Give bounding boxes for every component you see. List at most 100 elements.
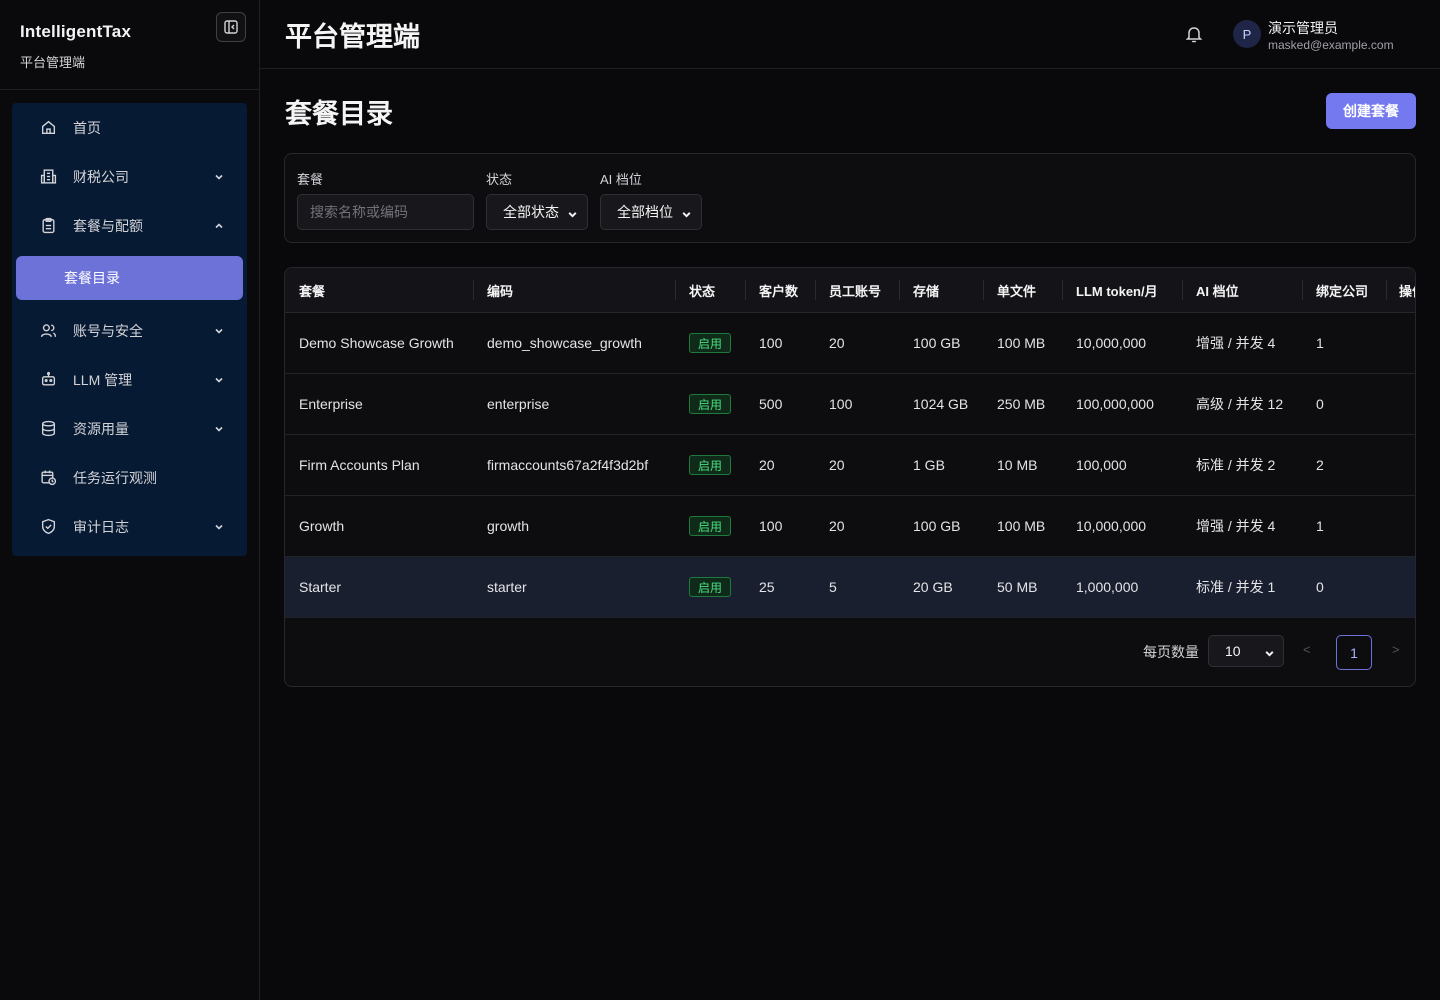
status-cell: 启用 (689, 374, 732, 434)
cell-plan-name: Starter (299, 579, 342, 595)
tier-select[interactable]: 全部档位 (600, 194, 702, 230)
plan-table: 套餐 编码 状态 客户数 员工账号 存储 单文件 LLM token/月 AI … (284, 267, 1416, 687)
cell-ai-tier: 增强 / 并发 4 (1196, 518, 1276, 534)
column-header-clients: 客户数 (759, 284, 799, 299)
cell-plan-code: demo_showcase_growth (487, 335, 642, 351)
page-title: 套餐目录 (285, 99, 393, 129)
table-row[interactable]: Growth growth 启用 100 20 100 GB 100 MB 10,000,00… (285, 496, 1415, 557)
cell-storage: 20 GB (913, 579, 953, 595)
cell-plan-name: Enterprise (299, 396, 363, 412)
sidebar-item-plan-catalog[interactable]: 套餐目录 (16, 256, 243, 300)
previous-page-button[interactable]: < (1303, 642, 1311, 657)
status-filter-label: 状态 (486, 172, 513, 187)
sidebar-item-label: 账号与安全 (73, 322, 143, 339)
cell-clients: 100 (759, 335, 783, 351)
cell-storage: 100 GB (913, 335, 961, 351)
sidebar-item-label: 首页 (73, 119, 101, 136)
building-icon (40, 168, 57, 185)
avatar[interactable]: P (1233, 20, 1261, 48)
table-row[interactable]: Demo Showcase Growth demo_showcase_growth… (285, 313, 1415, 374)
sidebar-item-label: 任务运行观测 (73, 469, 157, 486)
status-select-value: 全部状态 (503, 204, 559, 220)
cell-plan-name: Demo Showcase Growth (299, 335, 454, 351)
plan-search-input[interactable] (297, 194, 474, 230)
chevron-up-icon (213, 220, 225, 232)
cell-plan-code: enterprise (487, 396, 550, 412)
app-title: 平台管理端 (285, 22, 420, 52)
column-header-staff: 员工账号 (829, 284, 882, 299)
per-page-value: 10 (1225, 643, 1241, 659)
status-cell: 启用 (689, 435, 732, 495)
sidebar-item-home[interactable]: 首页 (12, 103, 247, 152)
collapse-sidebar-button[interactable] (216, 12, 246, 42)
cell-bound-firms: 0 (1316, 396, 1324, 412)
pagination: 每页数量 10 < 1 > (285, 618, 1415, 686)
cell-single-file: 50 MB (997, 579, 1038, 595)
cell-ai-tier: 高级 / 并发 12 (1196, 396, 1284, 412)
sidebar-item-label: 财税公司 (73, 168, 129, 185)
chevron-down-icon (213, 374, 225, 386)
cell-clients: 20 (759, 457, 775, 473)
column-header-status: 状态 (689, 284, 716, 299)
user-name: 演示管理员 (1268, 20, 1338, 36)
column-header-file-size: 单文件 (997, 284, 1037, 299)
bell-icon[interactable] (1184, 24, 1204, 44)
cell-llm-tokens: 1,000,000 (1076, 579, 1139, 595)
cell-storage: 100 GB (913, 518, 961, 534)
sidebar-item-resource-usage[interactable]: 资源用量 (12, 404, 247, 453)
sidebar-item-label: 套餐与配额 (73, 217, 143, 234)
table-row[interactable]: Starter starter 启用 25 5 20 GB 50 MB 1,000,000 标准… (285, 557, 1415, 618)
sidebar-item-plans-quota[interactable]: 套餐与配额 (12, 201, 247, 250)
column-header-plan: 套餐 (299, 284, 326, 299)
brand: IntelligentTax 平台管理端 (0, 0, 259, 90)
chevron-down-icon (1264, 646, 1275, 662)
chevron-down-icon (567, 207, 578, 223)
cell-storage: 1 GB (913, 457, 945, 473)
page-1-button[interactable]: 1 (1336, 635, 1372, 670)
sidebar-item-firms[interactable]: 财税公司 (12, 152, 247, 201)
robot-icon (40, 371, 57, 388)
sidebar-item-task-observation[interactable]: 任务运行观测 (12, 453, 247, 502)
table-row[interactable]: Enterprise enterprise 启用 500 100 1024 GB 250 M… (285, 374, 1415, 435)
cell-clients: 25 (759, 579, 775, 595)
column-header-code: 编码 (487, 284, 514, 299)
column-header-llm-tokens: LLM token/月 (1076, 284, 1158, 299)
chevron-down-icon (213, 171, 225, 183)
tier-filter-label: AI 档位 (600, 172, 642, 187)
brand-name: IntelligentTax (20, 22, 132, 41)
sidebar-item-label: 审计日志 (73, 518, 129, 535)
brand-subtitle: 平台管理端 (20, 55, 86, 70)
home-icon (40, 119, 57, 136)
cell-llm-tokens: 100,000 (1076, 457, 1127, 473)
status-cell: 启用 (689, 313, 732, 373)
status-badge: 启用 (689, 333, 732, 353)
status-badge: 启用 (689, 455, 732, 475)
filter-panel: 套餐 状态 全部状态 AI 档位 全部档位 (284, 153, 1416, 243)
clipboard-icon (40, 217, 57, 234)
per-page-select[interactable]: 10 (1208, 635, 1284, 667)
status-cell: 启用 (689, 496, 732, 556)
sidebar-item-llm[interactable]: LLM 管理 (12, 355, 247, 404)
create-plan-button[interactable]: 创建套餐 (1326, 93, 1416, 129)
cell-bound-firms: 1 (1316, 518, 1324, 534)
sidebar-item-accounts-security[interactable]: 账号与安全 (12, 306, 247, 355)
sidebar-item-audit-log[interactable]: 审计日志 (12, 502, 247, 551)
cell-llm-tokens: 10,000,000 (1076, 335, 1147, 351)
status-cell: 启用 (689, 557, 732, 617)
cell-storage: 1024 GB (913, 396, 969, 412)
cell-staff-accounts: 20 (829, 518, 845, 534)
table-header: 套餐 编码 状态 客户数 员工账号 存储 单文件 LLM token/月 AI … (285, 268, 1415, 313)
plan-filter-label: 套餐 (297, 172, 324, 187)
cell-plan-code: starter (487, 579, 527, 595)
next-page-button[interactable]: > (1392, 642, 1400, 657)
status-select[interactable]: 全部状态 (486, 194, 588, 230)
cell-plan-code: growth (487, 518, 530, 534)
cell-ai-tier: 标准 / 并发 2 (1196, 457, 1276, 473)
cell-plan-code: firmaccounts67a2f4f3d2bf (487, 457, 649, 473)
table-row[interactable]: Firm Accounts Plan firmaccounts67a2f4f3d2… (285, 435, 1415, 496)
sidebar-collapse-icon (224, 20, 238, 34)
column-header-storage: 存储 (913, 284, 940, 299)
database-icon (40, 420, 57, 437)
per-page-label: 每页数量 (1143, 644, 1199, 660)
top-bar: 平台管理端 P 演示管理员 masked@example.com (260, 0, 1440, 69)
